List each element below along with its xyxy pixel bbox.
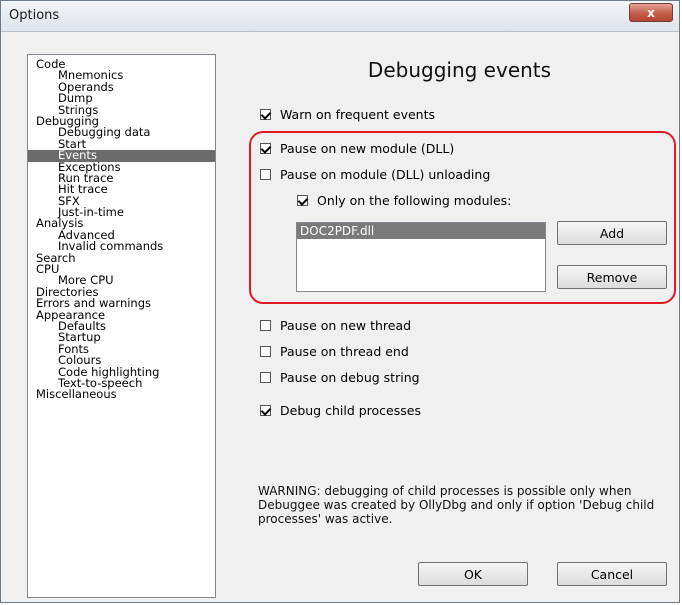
warn-frequent-option[interactable]: Warn on frequent events [260, 107, 435, 122]
tree-item-mnemonics[interactable]: Mnemonics [28, 69, 215, 81]
tree-item-defaults[interactable]: Defaults [28, 320, 215, 332]
pause-thread-end-checkbox[interactable] [260, 346, 271, 357]
pause-thread-end-option[interactable]: Pause on thread end [260, 344, 409, 359]
tree-item-exceptions[interactable]: Exceptions [28, 161, 215, 173]
pause-new-thread-checkbox[interactable] [260, 320, 271, 331]
only-following-checkbox[interactable] [297, 195, 308, 206]
close-icon: x [647, 5, 655, 20]
panel-title: Debugging events [367, 58, 552, 82]
debug-child-option[interactable]: Debug child processes [260, 403, 421, 418]
tree-item-startup[interactable]: Startup [28, 331, 215, 343]
tree-item-fonts[interactable]: Fonts [28, 343, 215, 355]
debug-child-checkbox[interactable] [260, 405, 271, 416]
tree-item-miscellaneous[interactable]: Miscellaneous [28, 388, 215, 400]
tree-item-appearance[interactable]: Appearance [28, 309, 215, 321]
cancel-button[interactable]: Cancel [557, 562, 667, 586]
title-bar[interactable]: Options x [1, 1, 679, 32]
debug-child-label: Debug child processes [280, 403, 421, 418]
warn-frequent-label: Warn on frequent events [280, 107, 435, 122]
pause-module-unload-label: Pause on module (DLL) unloading [280, 167, 491, 182]
pause-thread-end-label: Pause on thread end [280, 344, 409, 359]
close-button[interactable]: x [629, 3, 673, 22]
ok-button[interactable]: OK [418, 562, 528, 586]
tree-item-debugging-data[interactable]: Debugging data [28, 126, 215, 138]
pause-new-thread-option[interactable]: Pause on new thread [260, 318, 411, 333]
tree-item-operands[interactable]: Operands [28, 81, 215, 93]
pause-module-unload-checkbox[interactable] [260, 169, 271, 180]
pause-debug-string-option[interactable]: Pause on debug string [260, 370, 420, 385]
pause-new-module-option[interactable]: Pause on new module (DLL) [260, 141, 454, 156]
modules-listbox[interactable]: DOC2PDF.dll [296, 222, 546, 292]
tree-item-dump[interactable]: Dump [28, 92, 215, 104]
module-list-item[interactable]: DOC2PDF.dll [297, 223, 545, 239]
warn-frequent-checkbox[interactable] [260, 109, 271, 120]
tree-item-cpu[interactable]: CPU [28, 263, 215, 275]
only-following-option[interactable]: Only on the following modules: [297, 193, 511, 208]
pause-module-unload-option[interactable]: Pause on module (DLL) unloading [260, 167, 490, 182]
only-following-label: Only on the following modules: [317, 193, 512, 208]
tree-item-run-trace[interactable]: Run trace [28, 172, 215, 184]
tree-item-hit-trace[interactable]: Hit trace [28, 183, 215, 195]
pause-debug-string-checkbox[interactable] [260, 372, 271, 383]
tree-item-events[interactable]: Events [28, 149, 215, 162]
tree-item-start[interactable]: Start [28, 138, 215, 150]
remove-button[interactable]: Remove [557, 265, 667, 289]
warning-text: WARNING: debugging of child processes is… [258, 484, 655, 526]
pause-debug-string-label: Pause on debug string [280, 370, 420, 385]
options-tree[interactable]: Code Mnemonics Operands Dump Strings Debuggin… [27, 54, 216, 598]
window-title: Options [9, 8, 60, 23]
pause-new-module-label: Pause on new module (DLL) [280, 141, 455, 156]
tree-item-analysis[interactable]: Analysis [28, 218, 215, 230]
pause-new-module-checkbox[interactable] [260, 143, 271, 154]
add-button[interactable]: Add [557, 221, 667, 245]
pause-new-thread-label: Pause on new thread [280, 318, 412, 333]
